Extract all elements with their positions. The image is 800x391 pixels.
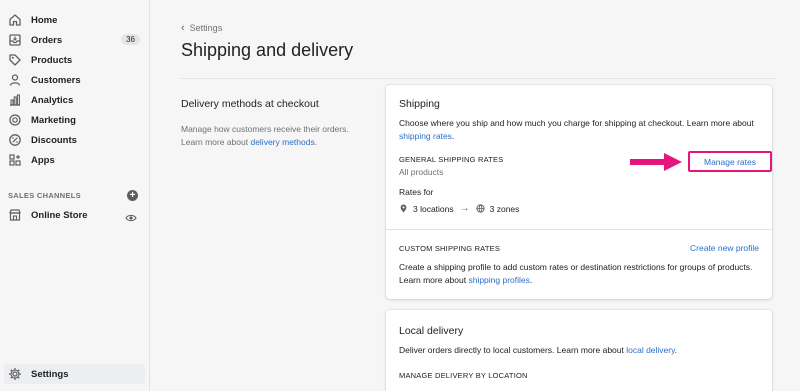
- globe-icon: [476, 204, 485, 213]
- orders-count-badge: 36: [121, 34, 140, 45]
- page-title: Shipping and delivery: [181, 40, 354, 60]
- breadcrumb[interactable]: ‹ Settings: [181, 22, 222, 34]
- local-delivery-card: Local delivery Deliver orders directly t…: [386, 310, 772, 391]
- eye-icon[interactable]: [125, 210, 137, 222]
- target-icon: [8, 113, 22, 127]
- orders-icon: [8, 33, 22, 47]
- sidebar-item-label: Discounts: [31, 134, 77, 146]
- sidebar-item-discounts[interactable]: Discounts: [4, 130, 145, 150]
- custom-rates-description: Create a shipping profile to add custom …: [399, 262, 753, 285]
- local-delivery-description: Deliver orders directly to local custome…: [399, 345, 678, 355]
- sidebar-item-label: Marketing: [31, 114, 76, 126]
- delivery-methods-link[interactable]: delivery methods: [250, 137, 314, 147]
- sidebar-item-marketing[interactable]: Marketing: [4, 110, 145, 130]
- card-divider: [386, 229, 772, 230]
- sidebar-item-settings[interactable]: Settings: [4, 364, 145, 384]
- sidebar-item-online-store[interactable]: Online Store: [4, 205, 145, 225]
- sidebar-item-label: Apps: [31, 154, 55, 166]
- section-title: Delivery methods at checkout: [181, 98, 319, 110]
- shipping-card: Shipping Choose where you ship and how m…: [386, 85, 772, 299]
- local-delivery-link[interactable]: local delivery: [626, 345, 675, 355]
- sidebar-item-orders[interactable]: Orders 36: [4, 30, 145, 50]
- shipping-card-description: Choose where you ship and how much you c…: [399, 118, 754, 141]
- general-shipping-rates-heading: GENERAL SHIPPING RATES: [399, 155, 504, 164]
- shipping-card-title: Shipping: [399, 98, 440, 110]
- sidebar-item-label: Settings: [31, 368, 69, 380]
- sidebar: Home Orders 36 Products Customers Analyt…: [0, 0, 150, 391]
- locations-count: 3 locations: [413, 203, 454, 214]
- sales-channels-heading: SALES CHANNELS: [8, 191, 81, 200]
- store-icon: [8, 208, 22, 222]
- breadcrumb-label: Settings: [189, 23, 223, 33]
- local-delivery-title: Local delivery: [399, 325, 464, 337]
- annotation-arrow-icon: [630, 153, 682, 171]
- custom-shipping-rates-heading: CUSTOM SHIPPING RATES: [399, 244, 501, 253]
- discount-icon: [8, 133, 22, 147]
- gear-icon: [8, 367, 22, 381]
- home-icon: [8, 13, 22, 27]
- sidebar-item-label: Analytics: [31, 94, 74, 106]
- person-icon: [8, 73, 22, 87]
- sidebar-item-label: Online Store: [31, 209, 88, 221]
- rates-for-label: Rates for: [399, 187, 434, 197]
- sidebar-item-home[interactable]: Home: [4, 10, 145, 30]
- header-divider: [181, 78, 776, 79]
- bar-chart-icon: [8, 93, 22, 107]
- apps-icon: [8, 153, 22, 167]
- sales-channels-header: SALES CHANNELS +: [8, 190, 138, 201]
- rates-zones-row: 3 locations → 3 zones: [399, 203, 519, 214]
- location-pin-icon: [399, 204, 408, 213]
- all-products-label: All products: [399, 167, 444, 177]
- shipping-rates-link[interactable]: shipping rates: [399, 131, 452, 141]
- zones-count: 3 zones: [489, 203, 520, 214]
- sidebar-item-analytics[interactable]: Analytics: [4, 90, 145, 110]
- arrow-right-icon: →: [459, 203, 470, 214]
- add-sales-channel-icon[interactable]: +: [127, 190, 138, 201]
- manage-rates-button[interactable]: Manage rates: [688, 151, 772, 172]
- shipping-profiles-link[interactable]: shipping profiles: [468, 275, 529, 285]
- sidebar-item-label: Orders: [31, 34, 63, 46]
- section-description: Manage how customers receive their order…: [181, 124, 349, 147]
- sidebar-item-products[interactable]: Products: [4, 50, 145, 70]
- manage-delivery-heading: MANAGE DELIVERY BY LOCATION: [399, 371, 528, 380]
- chevron-left-icon: ‹: [181, 22, 185, 34]
- sidebar-item-label: Home: [31, 14, 58, 26]
- sidebar-item-label: Customers: [31, 74, 81, 86]
- sidebar-item-customers[interactable]: Customers: [4, 70, 145, 90]
- tag-icon: [8, 53, 22, 67]
- create-new-profile-link[interactable]: Create new profile: [690, 243, 759, 253]
- sidebar-item-apps[interactable]: Apps: [4, 150, 145, 170]
- sidebar-item-label: Products: [31, 54, 73, 66]
